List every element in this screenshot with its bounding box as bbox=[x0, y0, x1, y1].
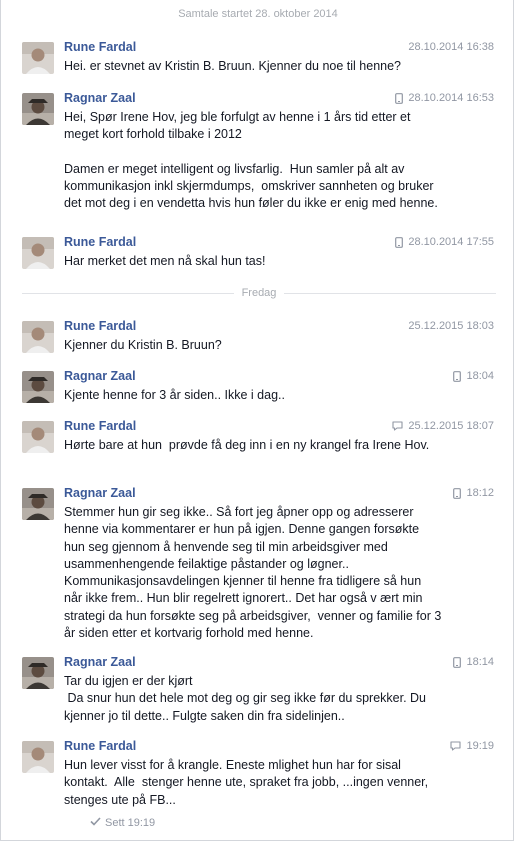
seen-label: Sett 19:19 bbox=[105, 817, 156, 829]
seen-indicator: Sett 19:19 bbox=[90, 817, 155, 829]
message-timestamp: 18:12 bbox=[453, 487, 494, 499]
message-timestamp: 25.12.2015 18:03 bbox=[408, 320, 494, 332]
checkmark-icon bbox=[90, 817, 101, 829]
message-body: Hei, Spør Irene Hov, jeg ble forfulgt av… bbox=[64, 110, 438, 211]
message-timestamp: 28.10.2014 17:55 bbox=[395, 236, 494, 248]
message-body: Tar du igjen er der kjørt Da snur hun de… bbox=[64, 674, 427, 723]
message-timestamp: 18:04 bbox=[453, 370, 494, 382]
mobile-icon bbox=[453, 370, 462, 382]
message-timestamp: 25.12.2015 18:07 bbox=[392, 420, 494, 432]
sender-name[interactable]: Ragnar Zaal bbox=[64, 369, 136, 383]
message-body: Har merket det men nå skal hun tas! bbox=[64, 254, 266, 268]
message-timestamp: 18:14 bbox=[453, 656, 494, 668]
mobile-icon bbox=[395, 236, 404, 248]
sender-name[interactable]: Rune Fardal bbox=[64, 235, 136, 249]
message-timestamp: 28.10.2014 16:38 bbox=[408, 41, 494, 53]
message-body: Hun lever visst for å krangle. Eneste ml… bbox=[64, 758, 432, 807]
rune-avatar[interactable] bbox=[22, 421, 54, 453]
chat-icon bbox=[450, 741, 462, 751]
sender-name[interactable]: Rune Fardal bbox=[64, 40, 136, 54]
message-timestamp: 28.10.2014 16:53 bbox=[395, 92, 494, 104]
message-body: Hørte bare at hun prøvde få deg inn i en… bbox=[64, 438, 430, 452]
ragnar-avatar[interactable] bbox=[22, 371, 54, 403]
sender-name[interactable]: Ragnar Zaal bbox=[64, 91, 136, 105]
mobile-icon bbox=[453, 656, 462, 668]
message-body: Kjenner du Kristin B. Bruun? bbox=[64, 338, 222, 352]
rune-avatar[interactable] bbox=[22, 321, 54, 353]
sender-name[interactable]: Ragnar Zaal bbox=[64, 655, 136, 669]
mobile-icon bbox=[395, 92, 404, 104]
day-divider-label: Fredag bbox=[233, 287, 285, 299]
sender-name[interactable]: Ragnar Zaal bbox=[64, 486, 136, 500]
chat-icon bbox=[392, 421, 403, 431]
mobile-icon bbox=[453, 487, 462, 499]
message-body: Kjente henne for 3 år siden.. Ikke i dag… bbox=[64, 388, 285, 402]
rune-avatar[interactable] bbox=[22, 741, 54, 773]
rune-avatar[interactable] bbox=[22, 42, 54, 74]
sender-name[interactable]: Rune Fardal bbox=[64, 739, 136, 753]
sender-name[interactable]: Rune Fardal bbox=[64, 319, 136, 333]
message-body: Hei. er stevnet av Kristin B. Bruun. Kje… bbox=[64, 59, 401, 73]
rune-avatar[interactable] bbox=[22, 237, 54, 269]
ragnar-avatar[interactable] bbox=[22, 657, 54, 689]
conversation-start-label: Samtale startet 28. oktober 2014 bbox=[178, 8, 338, 20]
message-body: Stemmer hun gir seg ikke.. Så fort jeg å… bbox=[64, 505, 445, 641]
ragnar-avatar[interactable] bbox=[22, 93, 54, 125]
day-divider: Fredag bbox=[22, 287, 496, 299]
message-timestamp: 19:19 bbox=[450, 740, 494, 752]
sender-name[interactable]: Rune Fardal bbox=[64, 419, 136, 433]
ragnar-avatar[interactable] bbox=[22, 488, 54, 520]
